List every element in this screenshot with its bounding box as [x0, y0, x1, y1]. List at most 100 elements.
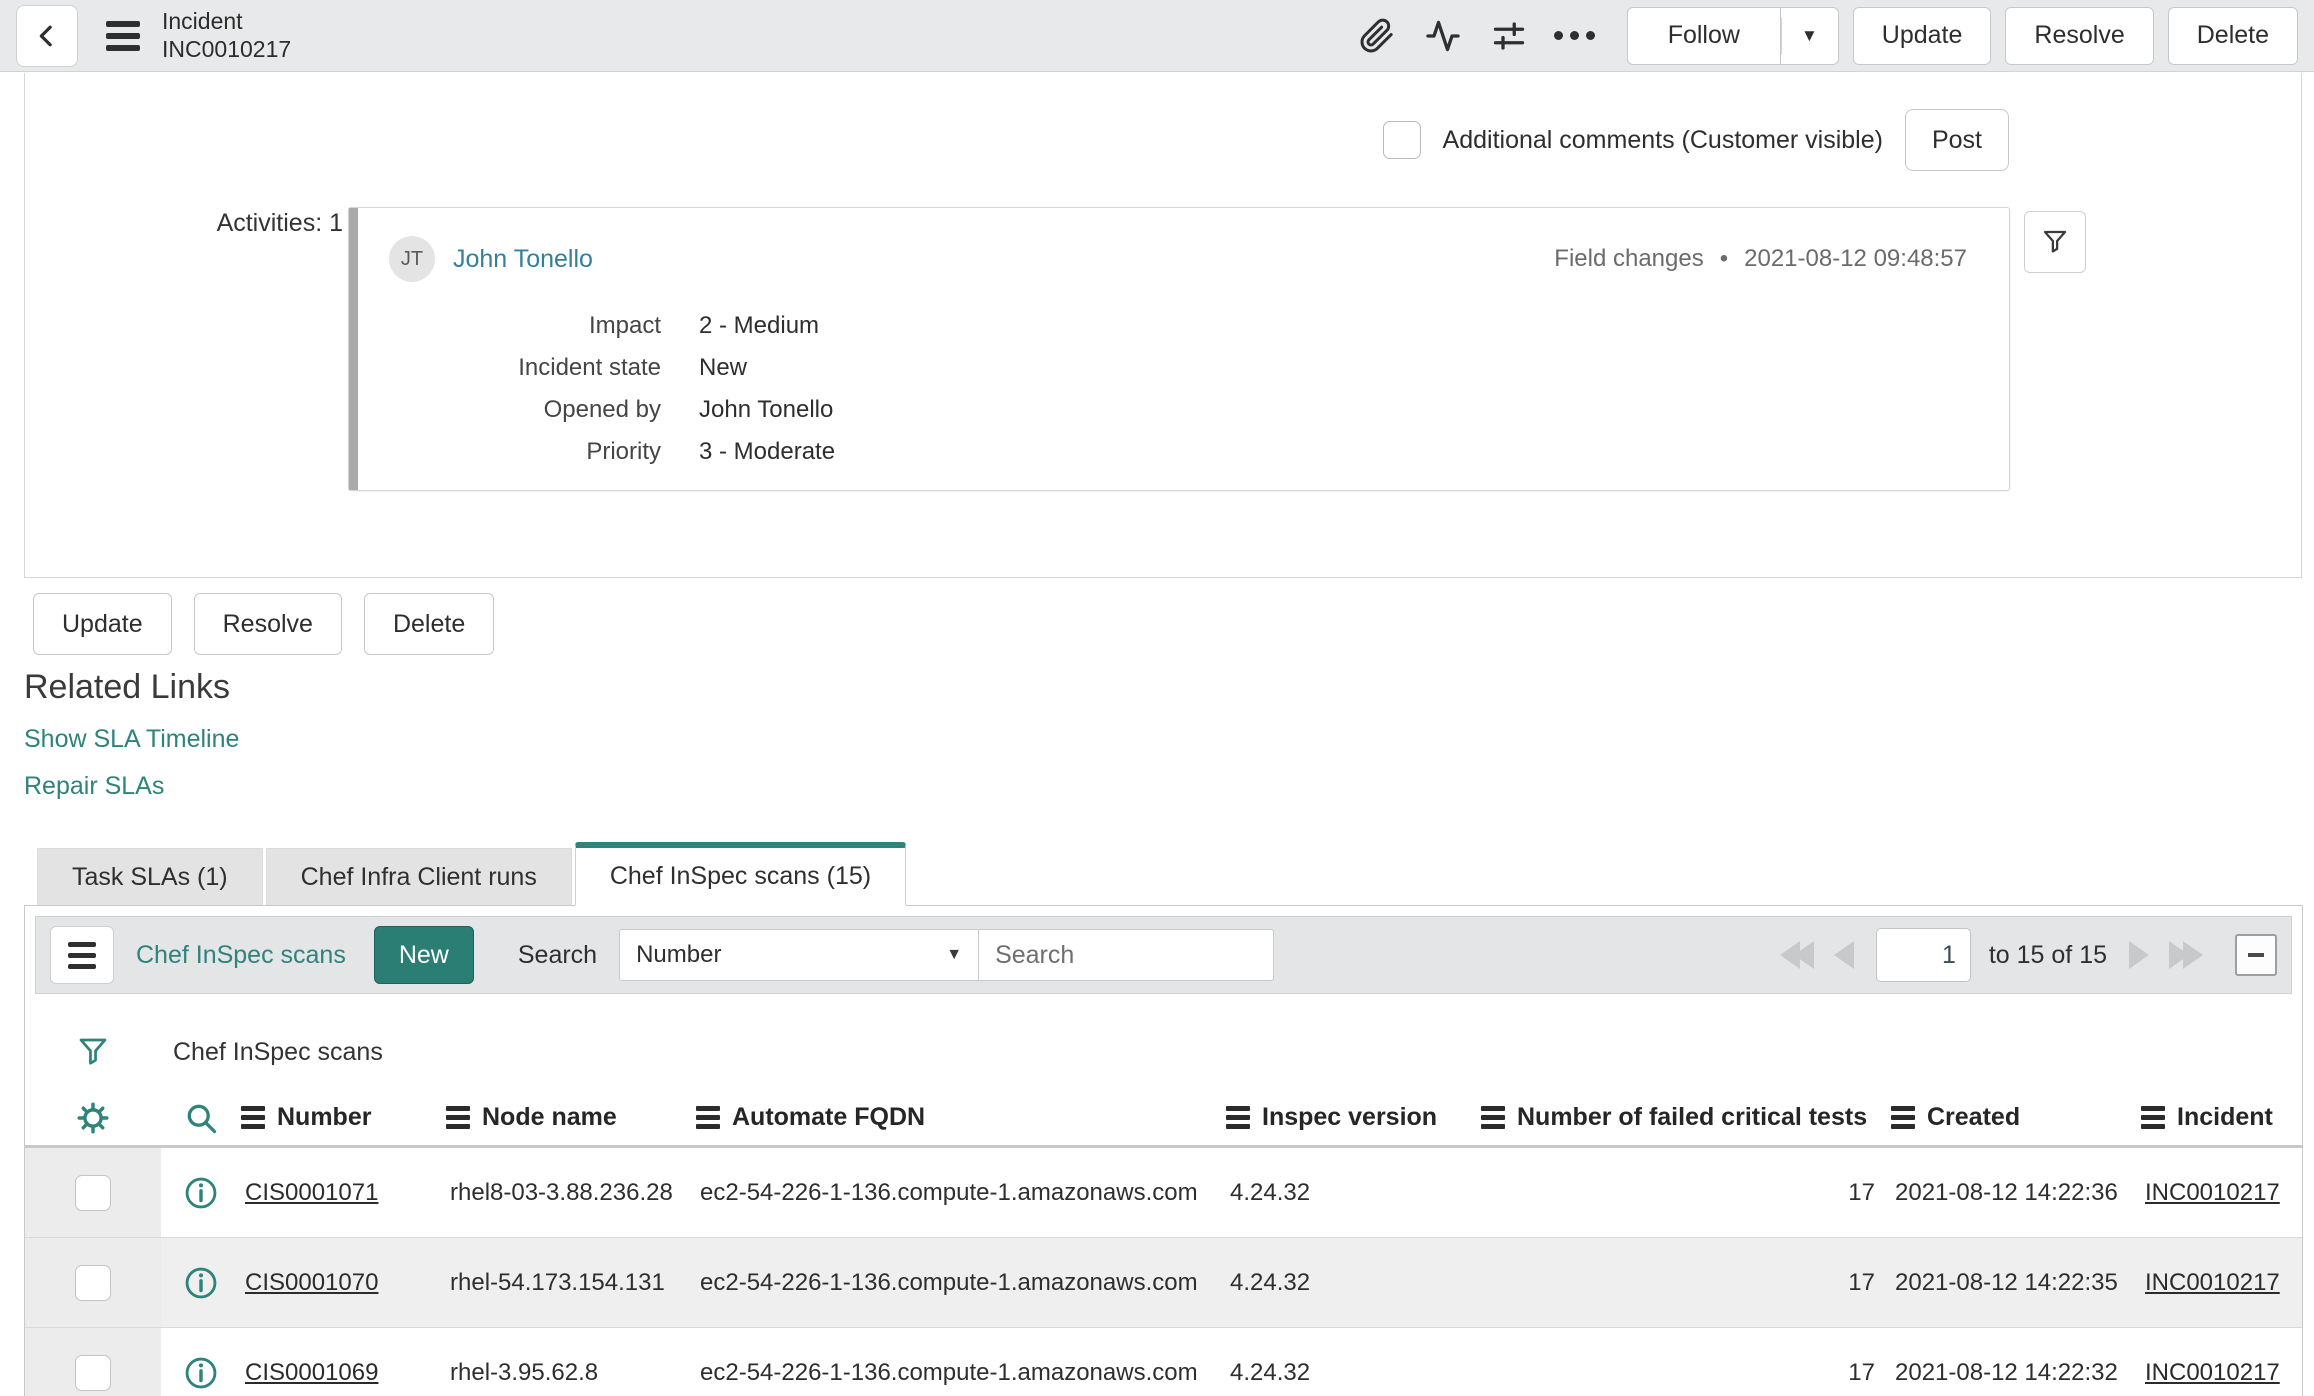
attachment-icon[interactable]: [1351, 10, 1403, 62]
pagination-controls: to 15 of 15: [1776, 928, 2277, 982]
back-button[interactable]: [16, 4, 78, 67]
row-checkbox[interactable]: [75, 1174, 111, 1211]
scan-number-link[interactable]: CIS0001070: [245, 1269, 378, 1296]
field-change-row: Opened by John Tonello: [349, 396, 2009, 424]
more-options-icon[interactable]: [1549, 10, 1601, 62]
current-page-input[interactable]: [1875, 928, 1971, 982]
list-menu-button[interactable]: [50, 926, 114, 984]
chevron-down-icon: ▼: [1800, 25, 1818, 45]
failed-critical-tests-cell: 17: [1848, 1358, 1875, 1386]
column-header-node-name[interactable]: Node name: [446, 1103, 696, 1132]
row-checkbox[interactable]: [75, 1354, 111, 1391]
customer-visible-checkbox[interactable]: [1382, 121, 1421, 159]
list-search-input[interactable]: [979, 929, 1275, 981]
list-title-link[interactable]: Chef InSpec scans: [136, 941, 346, 970]
update-button-header[interactable]: Update: [1852, 6, 1992, 65]
next-page-icon[interactable]: [2125, 937, 2153, 973]
node-name-cell: rhel-3.95.62.8: [450, 1358, 599, 1386]
personalize-columns-gear-icon[interactable]: [25, 1100, 161, 1136]
column-search-icon[interactable]: [161, 1100, 241, 1136]
table-row: CIS0001069 rhel-3.95.62.8 ec2-54-226-1-1…: [25, 1328, 2302, 1396]
column-header-number[interactable]: Number: [241, 1103, 446, 1132]
field-value: New: [699, 354, 748, 381]
field-value: 2 - Medium: [699, 312, 820, 339]
record-type-label: Incident: [162, 8, 243, 35]
activity-stream-icon[interactable]: [1417, 10, 1469, 62]
record-info-icon[interactable]: [161, 1175, 241, 1211]
row-checkbox-cell: [25, 1328, 161, 1396]
show-sla-timeline-link[interactable]: Show SLA Timeline: [24, 725, 239, 754]
personalize-icon[interactable]: [1483, 10, 1535, 62]
scan-number-link[interactable]: CIS0001069: [245, 1359, 378, 1386]
related-links-heading: Related Links: [24, 668, 231, 706]
list-filter-row: Chef InSpec scans: [75, 1028, 2302, 1076]
related-links-section: Related Links Show SLA Timeline Repair S…: [24, 668, 239, 801]
new-record-button[interactable]: New: [373, 926, 474, 984]
failed-critical-tests-cell: 17: [1848, 1178, 1875, 1206]
avatar: JT: [389, 236, 435, 282]
field-change-row: Priority 3 - Moderate: [349, 438, 2009, 466]
post-button[interactable]: Post: [1904, 109, 2009, 171]
column-header-inspec-version[interactable]: Inspec version: [1226, 1103, 1481, 1132]
activity-type-label: Field changes: [1554, 245, 1704, 272]
incident-link[interactable]: INC0010217: [2145, 1269, 2280, 1296]
delete-button[interactable]: Delete: [363, 593, 495, 655]
inspec-version-cell: 4.24.32: [1230, 1178, 1311, 1206]
activity-user-link[interactable]: John Tonello: [453, 245, 593, 274]
incident-form-section: Additional comments (Customer visible) P…: [24, 73, 2302, 578]
activity-card: JT John Tonello Field changes • 2021-08-…: [348, 207, 2010, 491]
header-actions: Follow ▼ Update Resolve Delete: [1351, 6, 2298, 65]
record-number-label: INC0010217: [162, 35, 292, 62]
field-value: John Tonello: [699, 396, 834, 423]
column-header-automate-fqdn[interactable]: Automate FQDN: [696, 1103, 1226, 1132]
activity-accent-bar: [349, 208, 358, 490]
activity-field-changes: Impact 2 - Medium Incident state New Ope…: [349, 312, 2009, 466]
automate-fqdn-cell: ec2-54-226-1-136.compute-1.amazonaws.com: [700, 1268, 1198, 1296]
column-header-incident[interactable]: Incident: [2141, 1103, 2302, 1132]
activity-filter-button[interactable]: [2024, 211, 2086, 273]
previous-page-icon[interactable]: [1830, 937, 1858, 973]
repair-slas-link[interactable]: Repair SLAs: [24, 772, 239, 801]
activity-meta-separator: •: [1719, 245, 1729, 272]
node-name-cell: rhel-54.173.154.131: [450, 1268, 665, 1296]
page-title: Incident INC0010217: [162, 8, 291, 62]
follow-dropdown-button[interactable]: ▼: [1780, 6, 1839, 65]
tab-chef-inspec-scans[interactable]: Chef InSpec scans (15): [574, 842, 907, 906]
incident-link[interactable]: INC0010217: [2145, 1359, 2280, 1386]
follow-button[interactable]: Follow: [1626, 6, 1781, 65]
resolve-button[interactable]: Resolve: [193, 593, 342, 655]
field-label: Impact: [588, 312, 661, 339]
scan-number-link[interactable]: CIS0001071: [245, 1179, 378, 1206]
column-header-failed-critical-tests[interactable]: Number of failed critical tests: [1481, 1103, 1891, 1132]
resolve-button-header[interactable]: Resolve: [2005, 6, 2154, 65]
column-header-created[interactable]: Created: [1891, 1103, 2141, 1132]
inspec-version-cell: 4.24.32: [1230, 1268, 1311, 1296]
created-cell: 2021-08-12 14:22:32: [1895, 1358, 2118, 1386]
delete-button-header[interactable]: Delete: [2167, 6, 2298, 65]
row-checkbox[interactable]: [75, 1264, 111, 1301]
update-button[interactable]: Update: [33, 593, 172, 655]
automate-fqdn-cell: ec2-54-226-1-136.compute-1.amazonaws.com: [700, 1178, 1198, 1206]
column-menu-icon: [2141, 1106, 2165, 1129]
last-page-icon[interactable]: [2165, 937, 2207, 973]
context-menu-icon[interactable]: [106, 20, 140, 51]
table-header-row: Number Node name Automate FQDN Inspec ve…: [25, 1090, 2302, 1148]
search-field-select[interactable]: Number ▼: [619, 929, 980, 981]
incident-link[interactable]: INC0010217: [2145, 1179, 2280, 1206]
tab-chef-infra-client-runs[interactable]: Chef Infra Client runs: [265, 848, 572, 905]
form-action-buttons: Update Resolve Delete: [33, 593, 495, 655]
activity-timestamp: 2021-08-12 09:48:57: [1744, 245, 1967, 272]
back-chevron-icon: [39, 25, 52, 46]
row-checkbox-cell: [25, 1238, 161, 1327]
column-menu-icon: [1226, 1106, 1250, 1129]
additional-comments-label: Additional comments (Customer visible): [1442, 125, 1883, 154]
filter-funnel-icon[interactable]: [75, 1034, 111, 1070]
follow-split-button: Follow ▼: [1626, 6, 1839, 65]
record-info-icon[interactable]: [161, 1355, 241, 1391]
first-page-icon[interactable]: [1776, 937, 1818, 973]
column-menu-icon: [446, 1106, 470, 1129]
tab-task-slas[interactable]: Task SLAs (1): [37, 848, 263, 905]
record-info-icon[interactable]: [161, 1265, 241, 1301]
list-toolbar: Chef InSpec scans New Search Number ▼ to…: [35, 916, 2292, 994]
collapse-list-icon[interactable]: [2235, 934, 2277, 976]
